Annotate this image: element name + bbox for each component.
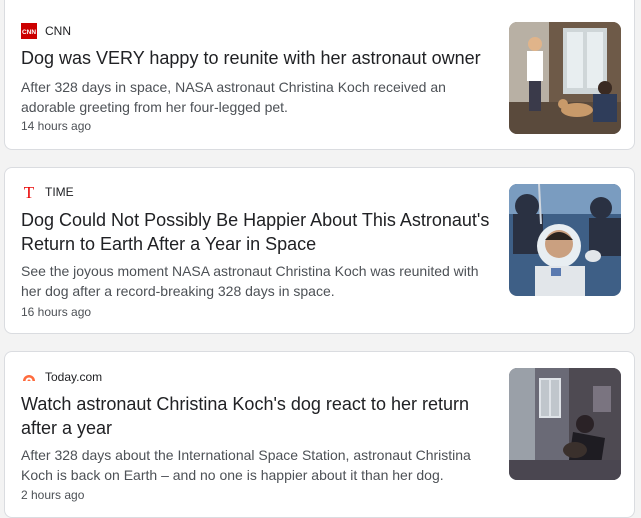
article-thumbnail[interactable] <box>509 22 621 134</box>
news-card-cnn[interactable]: CNN CNN Dog was VERY happy to reunite wi… <box>4 0 635 150</box>
article-thumbnail[interactable] <box>509 368 621 480</box>
article-thumbnail[interactable] <box>509 184 621 296</box>
article-timestamp: 2 hours ago <box>21 488 85 502</box>
headline-link[interactable]: Dog Could Not Possibly Be Happier About … <box>21 208 493 256</box>
news-card-today[interactable]: Today.com Watch astronaut Christina Koch… <box>4 351 635 518</box>
article-snippet: After 328 days about the International S… <box>21 447 471 483</box>
source-row: T TIME <box>21 184 74 200</box>
cnn-logo-icon: CNN <box>21 23 37 39</box>
news-card-time[interactable]: T TIME Dog Could Not Possibly Be Happier… <box>4 167 635 334</box>
article-timestamp: 16 hours ago <box>21 305 92 319</box>
news-feed: CNN CNN Dog was VERY happy to reunite wi… <box>0 0 641 518</box>
source-row: CNN CNN <box>21 23 71 39</box>
today-logo-icon <box>21 369 37 385</box>
article-timestamp: 14 hours ago <box>21 119 92 133</box>
article-snippet: After 328 days in space, NASA astronaut … <box>21 79 446 115</box>
source-name: Today.com <box>45 370 103 384</box>
svg-text:T: T <box>24 184 35 200</box>
article-snippet: See the joyous moment NASA astronaut Chr… <box>21 263 479 299</box>
headline-link[interactable]: Watch astronaut Christina Koch's dog rea… <box>21 392 493 440</box>
source-name: CNN <box>45 24 71 38</box>
time-logo-icon: T <box>21 184 37 200</box>
svg-text:CNN: CNN <box>22 29 36 36</box>
headline-link[interactable]: Dog was VERY happy to reunite with her a… <box>21 46 493 70</box>
source-row: Today.com <box>21 369 102 385</box>
source-name: TIME <box>45 185 74 199</box>
